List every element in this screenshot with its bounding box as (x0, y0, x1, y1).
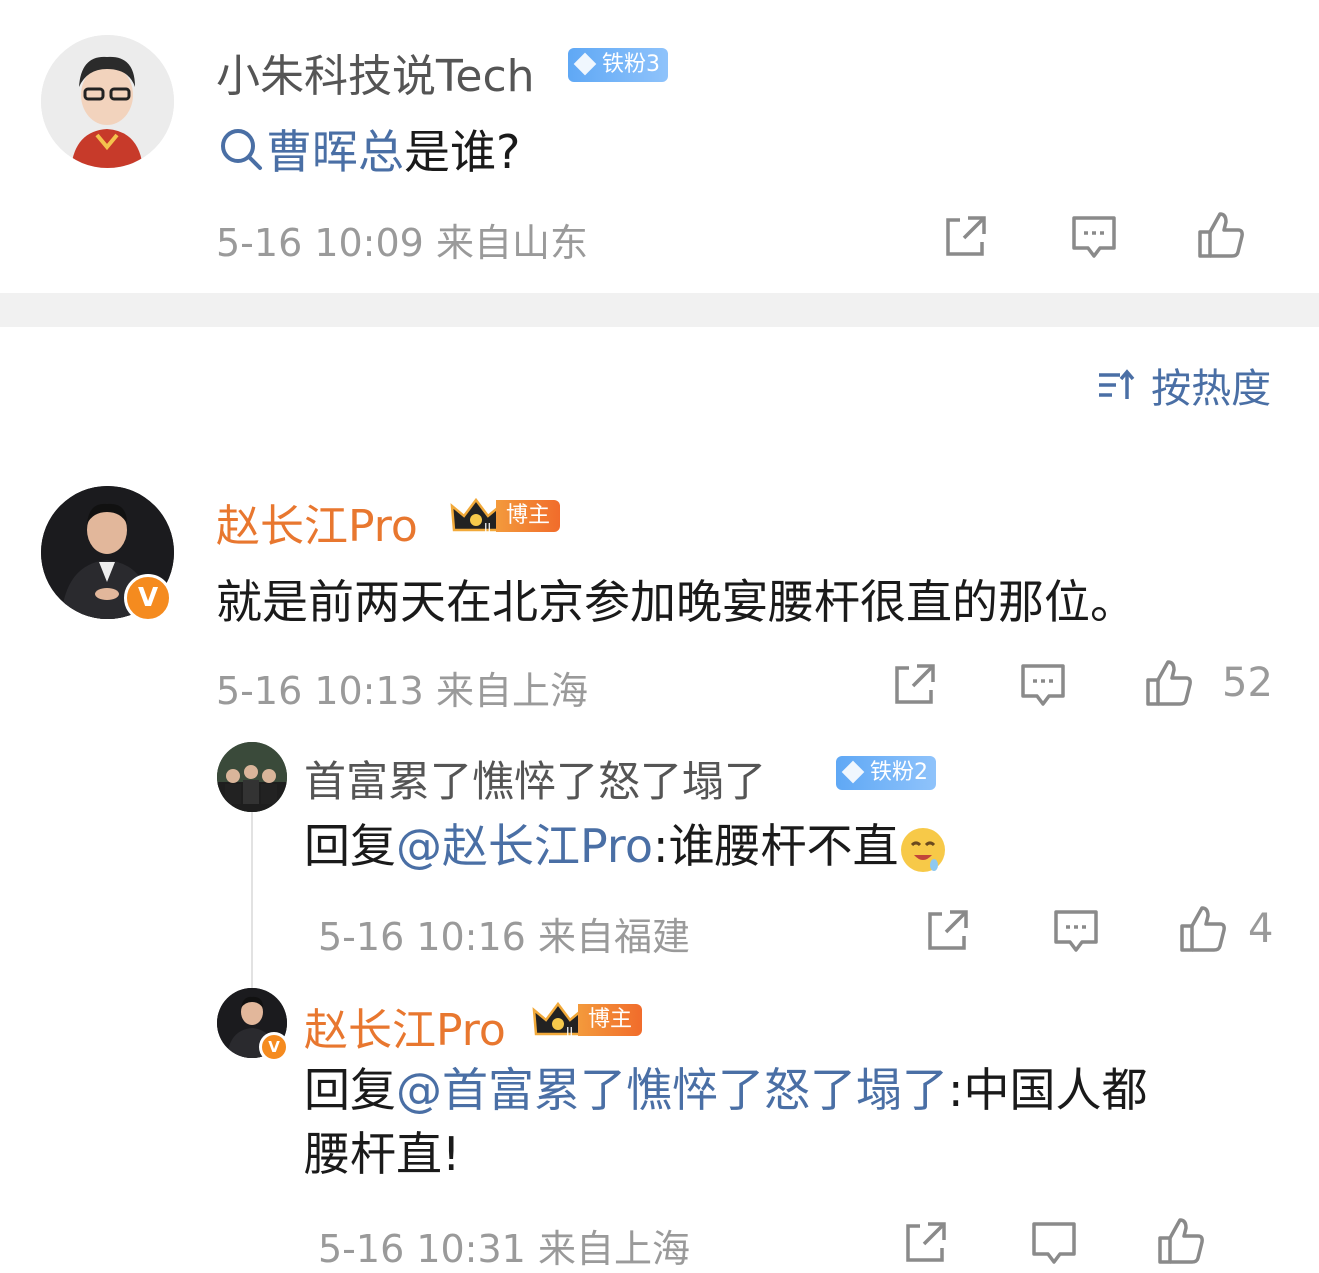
verified-icon: V (124, 574, 172, 622)
like-icon[interactable] (1156, 1216, 1204, 1264)
reply-meta: 5-16 10:31 来自上海 (318, 1218, 690, 1273)
sort-icon (1096, 365, 1136, 405)
reply-location: 来自上海 (537, 1227, 690, 1271)
diamond-icon (573, 52, 597, 76)
sort-label: 按热度 (1151, 366, 1272, 412)
like-icon[interactable] (1144, 658, 1192, 706)
svg-text:II: II (566, 1025, 573, 1039)
post-author-avatar[interactable] (41, 35, 174, 168)
post-meta: 5-16 10:09 来自山东 (216, 212, 588, 267)
reply-location: 来自福建 (537, 915, 690, 959)
mention-link[interactable]: @赵长江Pro (396, 819, 653, 873)
share-icon[interactable] (924, 906, 972, 954)
like-count: 52 (1222, 660, 1273, 706)
reply-author-avatar[interactable] (217, 742, 287, 812)
post-time: 5-16 10:09 (216, 221, 424, 265)
post-author-name[interactable]: 小朱科技说Tech (216, 40, 535, 104)
reply-time: 5-16 10:31 (318, 1227, 526, 1271)
crown-icon: II (450, 497, 502, 535)
reply-author-name[interactable]: 赵长江Pro (304, 994, 506, 1058)
reply-text: 回复@赵长江Pro:谁腰杆不直 (304, 810, 948, 876)
fan-badge[interactable]: 铁粉3 (568, 48, 668, 82)
comment-text: 就是前两天在北京参加晚宴腰杆很直的那位。 (216, 575, 1136, 629)
share-icon[interactable] (902, 1218, 950, 1266)
drooling-face-emoji (898, 825, 948, 875)
reply-meta: 5-16 10:16 来自福建 (318, 906, 690, 961)
comment-meta: 5-16 10:13 来自上海 (216, 660, 588, 715)
post-location: 来自山东 (435, 221, 588, 265)
comment-location: 来自上海 (435, 669, 588, 713)
post-content: 曹晖总是谁? (216, 116, 521, 179)
comment-author-name[interactable]: 赵长江Pro (216, 490, 418, 554)
share-icon[interactable] (891, 660, 939, 708)
comment-icon[interactable] (1019, 660, 1067, 708)
comment-time: 5-16 10:13 (216, 669, 424, 713)
diamond-icon (841, 760, 865, 784)
fan-badge[interactable]: 铁粉2 (836, 756, 936, 790)
search-icon[interactable] (216, 124, 266, 174)
sort-toggle[interactable]: 按热度 (1096, 356, 1271, 412)
verified-icon: V (259, 1032, 289, 1062)
reply-text: 回复@首富累了憔悴了怒了塌了:中国人都 腰杆直! (304, 1063, 1148, 1181)
comment-icon[interactable] (1070, 212, 1118, 260)
search-keyword-link[interactable]: 曹晖总 (266, 125, 404, 179)
crown-icon: II (532, 1001, 584, 1039)
like-icon[interactable] (1178, 904, 1226, 952)
post-text: 是谁? (404, 125, 521, 179)
section-divider (0, 293, 1319, 327)
like-count: 4 (1248, 906, 1274, 952)
reply-time: 5-16 10:16 (318, 915, 526, 959)
svg-text:II: II (484, 521, 491, 535)
mention-link[interactable]: @首富累了憔悴了怒了塌了 (396, 1063, 948, 1117)
reply-author-name[interactable]: 首富累了憔悴了怒了塌了 (304, 748, 766, 809)
thread-line (251, 812, 253, 988)
share-icon[interactable] (942, 212, 990, 260)
comment-icon[interactable] (1052, 906, 1100, 954)
comment-icon[interactable] (1030, 1218, 1078, 1266)
like-icon[interactable] (1196, 210, 1244, 258)
